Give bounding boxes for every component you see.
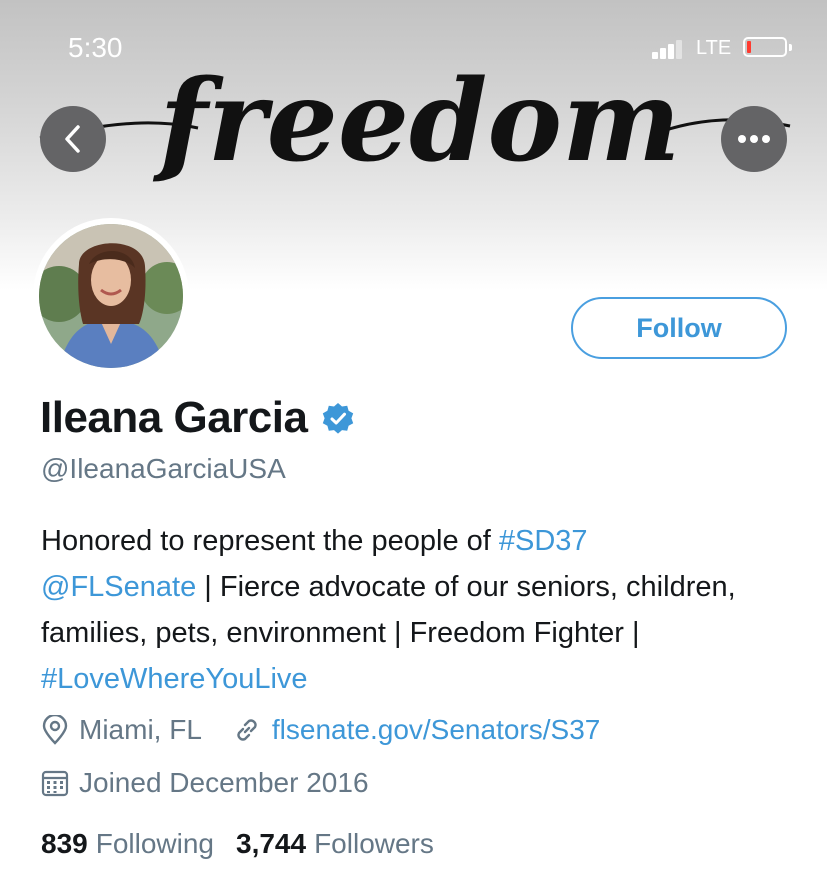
more-horizontal-icon	[738, 135, 770, 143]
following-count: 839	[41, 828, 88, 859]
follow-button[interactable]: Follow	[571, 297, 787, 359]
signal-icon	[652, 36, 688, 62]
location-pin-icon	[41, 715, 69, 745]
more-options-button[interactable]	[721, 106, 787, 172]
link-icon	[232, 715, 262, 745]
website-group: flsenate.gov/Senators/S37	[232, 714, 600, 746]
following-count-link[interactable]: 839 Following	[41, 828, 214, 860]
profile-bio: Honored to represent the people of #SD37…	[41, 518, 801, 702]
profile-meta-location: Miami, FL flsenate.gov/Senators/S37	[41, 714, 600, 746]
hashtag-link-sd37[interactable]: #SD37	[499, 525, 588, 557]
status-time: 5:30	[68, 32, 123, 63]
following-label: Following	[95, 828, 214, 859]
avatar-photo	[39, 224, 183, 368]
network-label: LTE	[696, 37, 732, 59]
followers-label: Followers	[314, 828, 434, 859]
battery-icon	[743, 37, 787, 57]
profile-name-row: Ileana Garcia	[40, 393, 355, 443]
follow-counts: 839 Following 3,744 Followers	[41, 828, 434, 860]
profile-avatar[interactable]	[33, 218, 189, 374]
profile-handle: @IleanaGarciaUSA	[41, 453, 286, 484]
back-button[interactable]	[40, 106, 106, 172]
location-text: Miami, FL	[79, 714, 202, 745]
verified-badge-icon	[323, 403, 354, 434]
followers-count-link[interactable]: 3,744 Followers	[236, 828, 434, 860]
bio-text: Honored to represent the people of	[41, 525, 499, 557]
mention-link-flsenate[interactable]: @FLSenate	[41, 571, 196, 603]
freedom-script-artwork: freedom	[39, 56, 791, 187]
profile-meta-joined: Joined December 2016	[41, 767, 369, 799]
chevron-left-icon	[65, 125, 80, 153]
profile-name: Ileana Garcia	[40, 393, 308, 442]
battery-tip	[789, 44, 792, 51]
followers-count: 3,744	[236, 828, 307, 859]
calendar-icon	[41, 769, 69, 797]
joined-date-text: Joined December 2016	[79, 767, 369, 798]
svg-text:freedom: freedom	[152, 56, 680, 187]
website-link[interactable]: flsenate.gov/Senators/S37	[272, 714, 600, 746]
hashtag-link-lovewhereyoulive[interactable]: #LoveWhereYouLive	[41, 663, 308, 695]
